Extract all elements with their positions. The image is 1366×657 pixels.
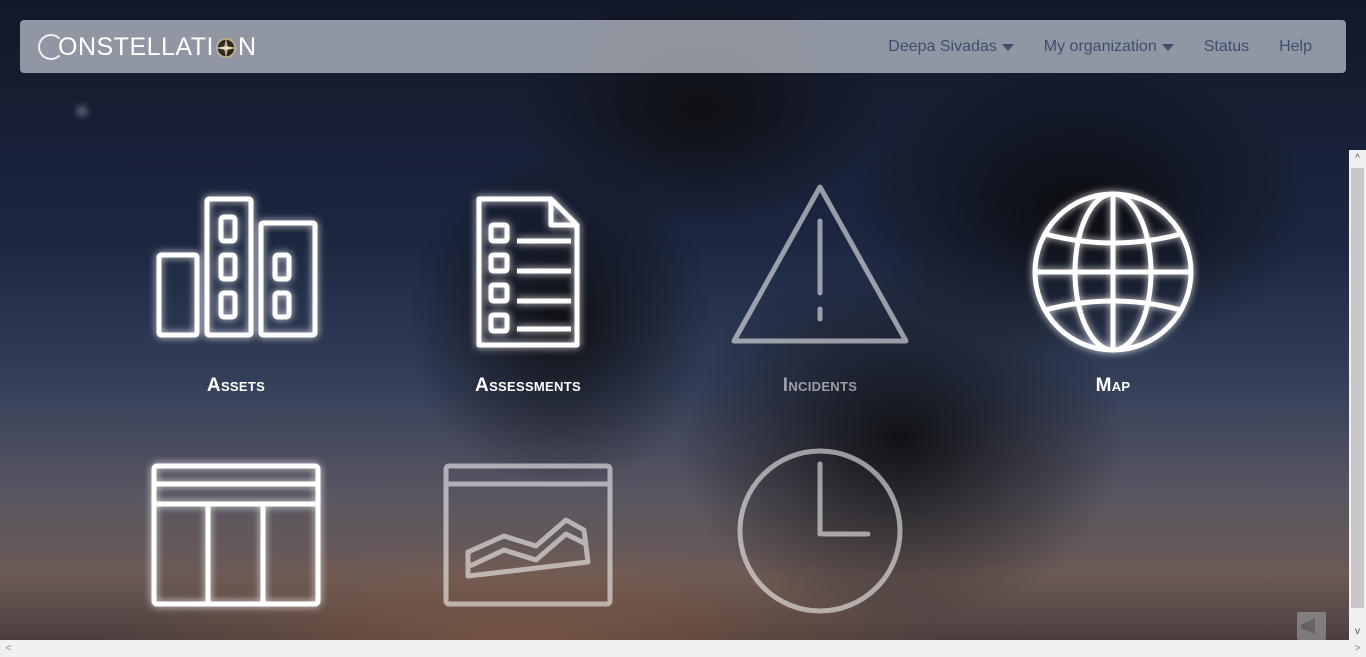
tile-assets-label: Assets (206, 375, 266, 396)
user-menu-label: Deepa Sivadas (888, 37, 997, 55)
help-link-label: Help (1279, 37, 1312, 55)
feedback-button[interactable] (1297, 612, 1326, 640)
organization-menu[interactable]: My organization (1044, 38, 1174, 56)
tile-map-label: Map (1095, 375, 1131, 396)
scroll-left-icon[interactable]: < (0, 640, 17, 657)
vertical-scrollbar[interactable]: ^ v (1349, 150, 1366, 640)
nav-menu: Deepa Sivadas My organization Status Hel… (858, 20, 1312, 73)
caret-down-icon (1001, 44, 1014, 51)
tile-reports[interactable] (121, 462, 351, 612)
globe-icon (1032, 191, 1194, 353)
tile-incidents[interactable]: Incidents (705, 183, 935, 405)
help-link[interactable]: Help (1279, 38, 1312, 56)
tile-analytics[interactable] (413, 462, 643, 612)
user-menu[interactable]: Deepa Sivadas (888, 38, 1014, 56)
scroll-up-icon[interactable]: ^ (1349, 150, 1366, 167)
organization-menu-label: My organization (1043, 37, 1157, 55)
tile-assessments[interactable]: Assessments (413, 195, 643, 405)
tile-assets[interactable]: Assets (121, 195, 351, 405)
scroll-down-icon[interactable]: v (1349, 623, 1366, 640)
background-star (76, 105, 88, 117)
constellation-logo[interactable]: ONSTELLATI N (38, 30, 257, 64)
scroll-right-icon[interactable]: > (1349, 640, 1366, 657)
tile-incidents-label: Incidents (782, 375, 858, 396)
table-icon (151, 463, 321, 607)
tile-history[interactable] (705, 446, 935, 616)
logo-text-part1: ONSTELLATI (58, 33, 214, 61)
tile-assessments-label: Assessments (475, 375, 581, 396)
horizontal-scrollbar[interactable]: < > (0, 640, 1366, 657)
area-chart-icon (443, 463, 613, 607)
scrollbar-thumb[interactable] (1351, 168, 1364, 608)
warning-triangle-icon (731, 184, 909, 344)
top-navbar: ONSTELLATI N Deepa Sivadas My organizatio… (20, 20, 1346, 73)
megaphone-icon (1301, 618, 1315, 634)
caret-down-icon (1161, 44, 1174, 51)
status-link-label: Status (1203, 37, 1250, 55)
compass-icon (215, 38, 236, 59)
logo-text-part2: N (237, 33, 257, 61)
document-checklist-icon (476, 196, 580, 348)
clock-icon (737, 448, 903, 614)
logo-text: ONSTELLATI N (58, 30, 257, 64)
tile-map[interactable]: Map (998, 190, 1228, 405)
buildings-icon (156, 196, 318, 338)
status-link[interactable]: Status (1204, 38, 1249, 56)
